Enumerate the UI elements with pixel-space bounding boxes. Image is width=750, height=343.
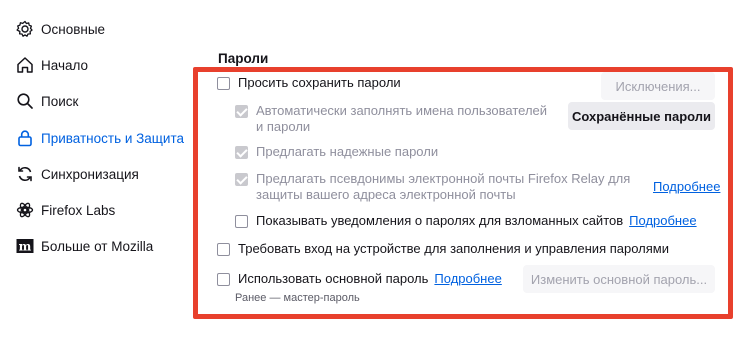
primary-password-note: Ранее — мастер-пароль: [235, 292, 360, 304]
require-device-auth-checkbox[interactable]: [217, 243, 230, 256]
suggest-strong-checkbox[interactable]: [235, 146, 248, 159]
gear-icon: [15, 19, 35, 39]
exceptions-button[interactable]: Исключения...: [601, 72, 715, 100]
home-icon: [15, 55, 35, 75]
ask-save-passwords-checkbox[interactable]: [217, 77, 230, 90]
relay-label: Предлагать псевдонимы электронной почты …: [256, 171, 631, 202]
autofill-label: Автоматически заполнять имена пользовате…: [256, 103, 548, 134]
relay-learn-more-link[interactable]: Подробнее: [653, 179, 720, 194]
suggest-strong-row: Предлагать надежные пароли: [235, 144, 438, 160]
sidebar-item-more-from-mozilla[interactable]: m Больше от Mozilla: [15, 234, 153, 258]
breach-alerts-label: Показывать уведомления о паролях для взл…: [256, 213, 624, 228]
require-device-auth-label: Требовать вход на устройстве для заполне…: [238, 241, 669, 256]
sync-icon: [15, 164, 35, 184]
sidebar-item-label: Поиск: [41, 93, 79, 109]
ask-save-passwords-label: Просить сохранить пароли: [238, 75, 401, 90]
sidebar-item-label: Больше от Mozilla: [41, 238, 154, 254]
primary-password-row: Использовать основной пароль Подробнее: [217, 271, 502, 287]
relay-checkbox[interactable]: [235, 173, 248, 186]
breach-learn-more-link[interactable]: Подробнее: [629, 213, 696, 229]
sidebar-item-label: Приватность и Защита: [41, 130, 184, 146]
primary-password-label: Использовать основной пароль: [238, 271, 429, 286]
sidebar: Основные Начало Поиск Приватность и Защи…: [0, 0, 190, 343]
sidebar-item-privacy[interactable]: Приватность и Защита: [15, 126, 184, 150]
search-icon: [15, 91, 35, 111]
suggest-strong-label: Предлагать надежные пароли: [256, 144, 439, 159]
sidebar-item-label: Синхронизация: [41, 166, 139, 182]
flask-icon: [15, 200, 35, 220]
lock-icon: [15, 128, 35, 148]
breach-alerts-checkbox[interactable]: [235, 215, 248, 228]
saved-passwords-button[interactable]: Сохранённые пароли: [568, 102, 715, 130]
mozilla-icon: m: [15, 236, 35, 256]
change-primary-password-button[interactable]: Изменить основной пароль...: [523, 265, 715, 293]
relay-row: Предлагать псевдонимы электронной почты …: [235, 171, 645, 203]
breach-alerts-row: Показывать уведомления о паролях для взл…: [235, 213, 697, 229]
sidebar-item-label: Начало: [41, 57, 89, 73]
primary-password-checkbox[interactable]: [217, 273, 230, 286]
primary-learn-more-link[interactable]: Подробнее: [434, 271, 501, 287]
sidebar-item-home[interactable]: Начало: [15, 53, 88, 77]
autofill-row: Автоматически заполнять имена пользовате…: [235, 103, 550, 135]
ask-save-passwords-row: Просить сохранить пароли: [217, 75, 401, 91]
sidebar-item-label: Основные: [41, 21, 106, 37]
autofill-checkbox[interactable]: [235, 105, 248, 118]
sidebar-item-label: Firefox Labs: [41, 202, 116, 218]
require-device-auth-row: Требовать вход на устройстве для заполне…: [217, 241, 669, 257]
sidebar-item-sync[interactable]: Синхронизация: [15, 162, 139, 186]
sidebar-item-general[interactable]: Основные: [15, 17, 105, 41]
sidebar-item-firefox-labs[interactable]: Firefox Labs: [15, 198, 115, 222]
sidebar-item-search[interactable]: Поиск: [15, 89, 78, 113]
section-title-passwords: Пароли: [218, 51, 269, 66]
svg-text:m: m: [19, 240, 32, 254]
